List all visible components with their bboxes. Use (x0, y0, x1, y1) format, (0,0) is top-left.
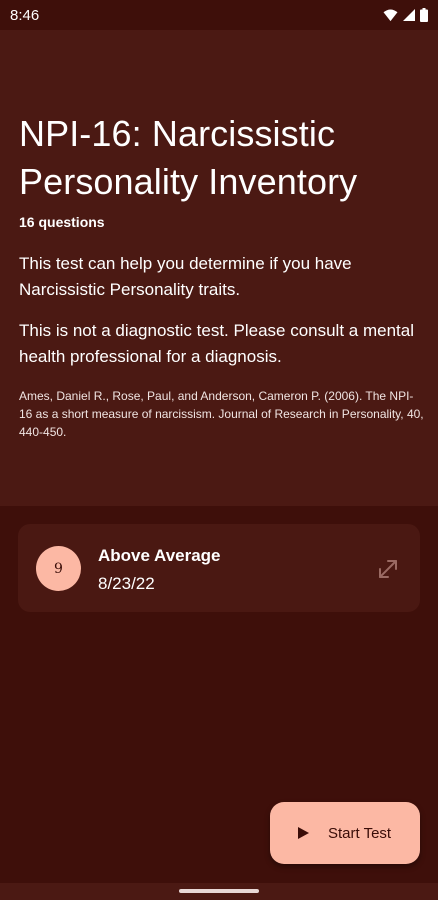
status-icons (383, 8, 428, 22)
test-disclaimer: This is not a diagnostic test. Please co… (19, 321, 414, 366)
result-card[interactable]: 9 Above Average 8/23/22 (18, 524, 420, 612)
battery-icon (420, 8, 428, 22)
test-title: NPI-16: Narcissistic Personality Invento… (19, 113, 358, 202)
wifi-icon (383, 8, 398, 21)
result-label: Above Average (98, 546, 221, 565)
question-count: 16 questions (19, 214, 105, 230)
start-test-label: Start Test (328, 824, 392, 842)
status-bar: 8:46 (0, 0, 438, 30)
status-time: 8:46 (10, 6, 40, 24)
gesture-handle[interactable] (179, 889, 259, 893)
play-icon (298, 827, 309, 839)
start-test-button[interactable]: Start Test (270, 802, 420, 864)
expand-icon[interactable] (376, 557, 400, 581)
result-date: 8/23/22 (98, 574, 155, 593)
test-description: This test can help you determine if you … (19, 254, 352, 299)
signal-icon (403, 9, 415, 21)
test-citation: Ames, Daniel R., Rose, Paul, and Anderso… (19, 389, 424, 439)
score-badge: 9 (36, 546, 81, 591)
